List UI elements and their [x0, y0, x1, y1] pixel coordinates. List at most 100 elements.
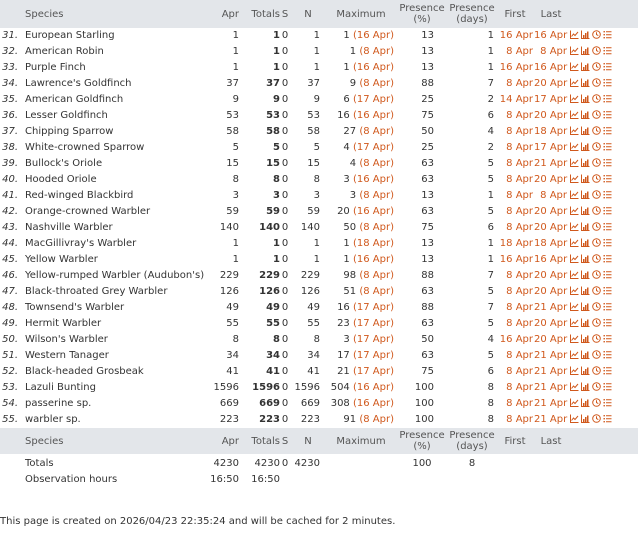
- species-link[interactable]: Lawrence's Goldfinch: [22, 76, 210, 92]
- line-chart-icon[interactable]: [570, 206, 579, 215]
- species-link[interactable]: Nashville Warbler: [22, 220, 210, 236]
- clock-icon[interactable]: [592, 78, 601, 87]
- species-link[interactable]: Lesser Goldfinch: [22, 108, 210, 124]
- bar-chart-icon[interactable]: [581, 174, 590, 183]
- last-date[interactable]: 20 Apr: [534, 108, 568, 124]
- line-chart-icon[interactable]: [570, 414, 579, 423]
- first-date[interactable]: 8 Apr: [496, 204, 534, 220]
- last-date[interactable]: 20 Apr: [534, 332, 568, 348]
- bar-chart-icon[interactable]: [581, 414, 590, 423]
- bar-chart-icon[interactable]: [581, 398, 590, 407]
- line-chart-icon[interactable]: [570, 398, 579, 407]
- clock-icon[interactable]: [592, 286, 601, 295]
- list-icon[interactable]: [603, 334, 612, 343]
- first-date[interactable]: 8 Apr: [496, 348, 534, 364]
- species-link[interactable]: MacGillivray's Warbler: [22, 236, 210, 252]
- first-date[interactable]: 8 Apr: [496, 300, 534, 316]
- last-date[interactable]: 17 Apr: [534, 140, 568, 156]
- clock-icon[interactable]: [592, 158, 601, 167]
- list-icon[interactable]: [603, 62, 612, 71]
- maximum-date[interactable]: (8 Apr): [359, 270, 394, 281]
- species-link[interactable]: Hooded Oriole: [22, 172, 210, 188]
- species-link[interactable]: American Goldfinch: [22, 92, 210, 108]
- line-chart-icon[interactable]: [570, 142, 579, 151]
- list-icon[interactable]: [603, 398, 612, 407]
- clock-icon[interactable]: [592, 334, 601, 343]
- species-link[interactable]: Purple Finch: [22, 60, 210, 76]
- clock-icon[interactable]: [592, 398, 601, 407]
- species-link[interactable]: Wilson's Warbler: [22, 332, 210, 348]
- first-date[interactable]: 8 Apr: [496, 108, 534, 124]
- maximum-date[interactable]: (16 Apr): [353, 398, 394, 409]
- clock-icon[interactable]: [592, 206, 601, 215]
- last-date[interactable]: 20 Apr: [534, 204, 568, 220]
- first-date[interactable]: 8 Apr: [496, 364, 534, 380]
- first-date[interactable]: 16 Apr: [496, 252, 534, 268]
- maximum-date[interactable]: (8 Apr): [359, 190, 394, 201]
- bar-chart-icon[interactable]: [581, 302, 590, 311]
- maximum-date[interactable]: (8 Apr): [359, 222, 394, 233]
- first-date[interactable]: 8 Apr: [496, 220, 534, 236]
- list-icon[interactable]: [603, 206, 612, 215]
- last-date[interactable]: 20 Apr: [534, 284, 568, 300]
- bar-chart-icon[interactable]: [581, 382, 590, 391]
- line-chart-icon[interactable]: [570, 286, 579, 295]
- first-date[interactable]: 8 Apr: [496, 396, 534, 412]
- species-link[interactable]: Black-headed Grosbeak: [22, 364, 210, 380]
- first-date[interactable]: 8 Apr: [496, 188, 534, 204]
- line-chart-icon[interactable]: [570, 110, 579, 119]
- maximum-date[interactable]: (17 Apr): [353, 142, 394, 153]
- line-chart-icon[interactable]: [570, 334, 579, 343]
- last-date[interactable]: 18 Apr: [534, 236, 568, 252]
- clock-icon[interactable]: [592, 238, 601, 247]
- line-chart-icon[interactable]: [570, 190, 579, 199]
- first-date[interactable]: 8 Apr: [496, 156, 534, 172]
- list-icon[interactable]: [603, 270, 612, 279]
- last-date[interactable]: 8 Apr: [534, 44, 568, 60]
- species-link[interactable]: American Robin: [22, 44, 210, 60]
- species-link[interactable]: Yellow Warbler: [22, 252, 210, 268]
- header-apr[interactable]: Apr: [210, 0, 242, 28]
- clock-icon[interactable]: [592, 174, 601, 183]
- line-chart-icon[interactable]: [570, 254, 579, 263]
- header-s[interactable]: S: [280, 0, 290, 28]
- clock-icon[interactable]: [592, 190, 601, 199]
- first-date[interactable]: 18 Apr: [496, 236, 534, 252]
- maximum-date[interactable]: (8 Apr): [359, 46, 394, 57]
- last-date[interactable]: 21 Apr: [534, 156, 568, 172]
- maximum-date[interactable]: (8 Apr): [359, 286, 394, 297]
- bar-chart-icon[interactable]: [581, 158, 590, 167]
- last-date[interactable]: 20 Apr: [534, 268, 568, 284]
- header-species[interactable]: Species: [22, 0, 210, 28]
- first-date[interactable]: 8 Apr: [496, 172, 534, 188]
- clock-icon[interactable]: [592, 366, 601, 375]
- list-icon[interactable]: [603, 318, 612, 327]
- list-icon[interactable]: [603, 142, 612, 151]
- clock-icon[interactable]: [592, 270, 601, 279]
- maximum-date[interactable]: (16 Apr): [353, 382, 394, 393]
- first-date[interactable]: 8 Apr: [496, 316, 534, 332]
- list-icon[interactable]: [603, 302, 612, 311]
- last-date[interactable]: 20 Apr: [534, 316, 568, 332]
- maximum-date[interactable]: (16 Apr): [353, 30, 394, 41]
- list-icon[interactable]: [603, 158, 612, 167]
- list-icon[interactable]: [603, 286, 612, 295]
- list-icon[interactable]: [603, 238, 612, 247]
- list-icon[interactable]: [603, 366, 612, 375]
- line-chart-icon[interactable]: [570, 174, 579, 183]
- bar-chart-icon[interactable]: [581, 46, 590, 55]
- line-chart-icon[interactable]: [570, 382, 579, 391]
- clock-icon[interactable]: [592, 94, 601, 103]
- species-link[interactable]: Yellow-rumped Warbler (Audubon's): [22, 268, 210, 284]
- species-link[interactable]: Townsend's Warbler: [22, 300, 210, 316]
- species-link[interactable]: Orange-crowned Warbler: [22, 204, 210, 220]
- maximum-date[interactable]: (16 Apr): [353, 174, 394, 185]
- bar-chart-icon[interactable]: [581, 206, 590, 215]
- clock-icon[interactable]: [592, 46, 601, 55]
- last-date[interactable]: 16 Apr: [534, 252, 568, 268]
- first-date[interactable]: 8 Apr: [496, 284, 534, 300]
- bar-chart-icon[interactable]: [581, 254, 590, 263]
- species-link[interactable]: Lazuli Bunting: [22, 380, 210, 396]
- clock-icon[interactable]: [592, 254, 601, 263]
- bar-chart-icon[interactable]: [581, 190, 590, 199]
